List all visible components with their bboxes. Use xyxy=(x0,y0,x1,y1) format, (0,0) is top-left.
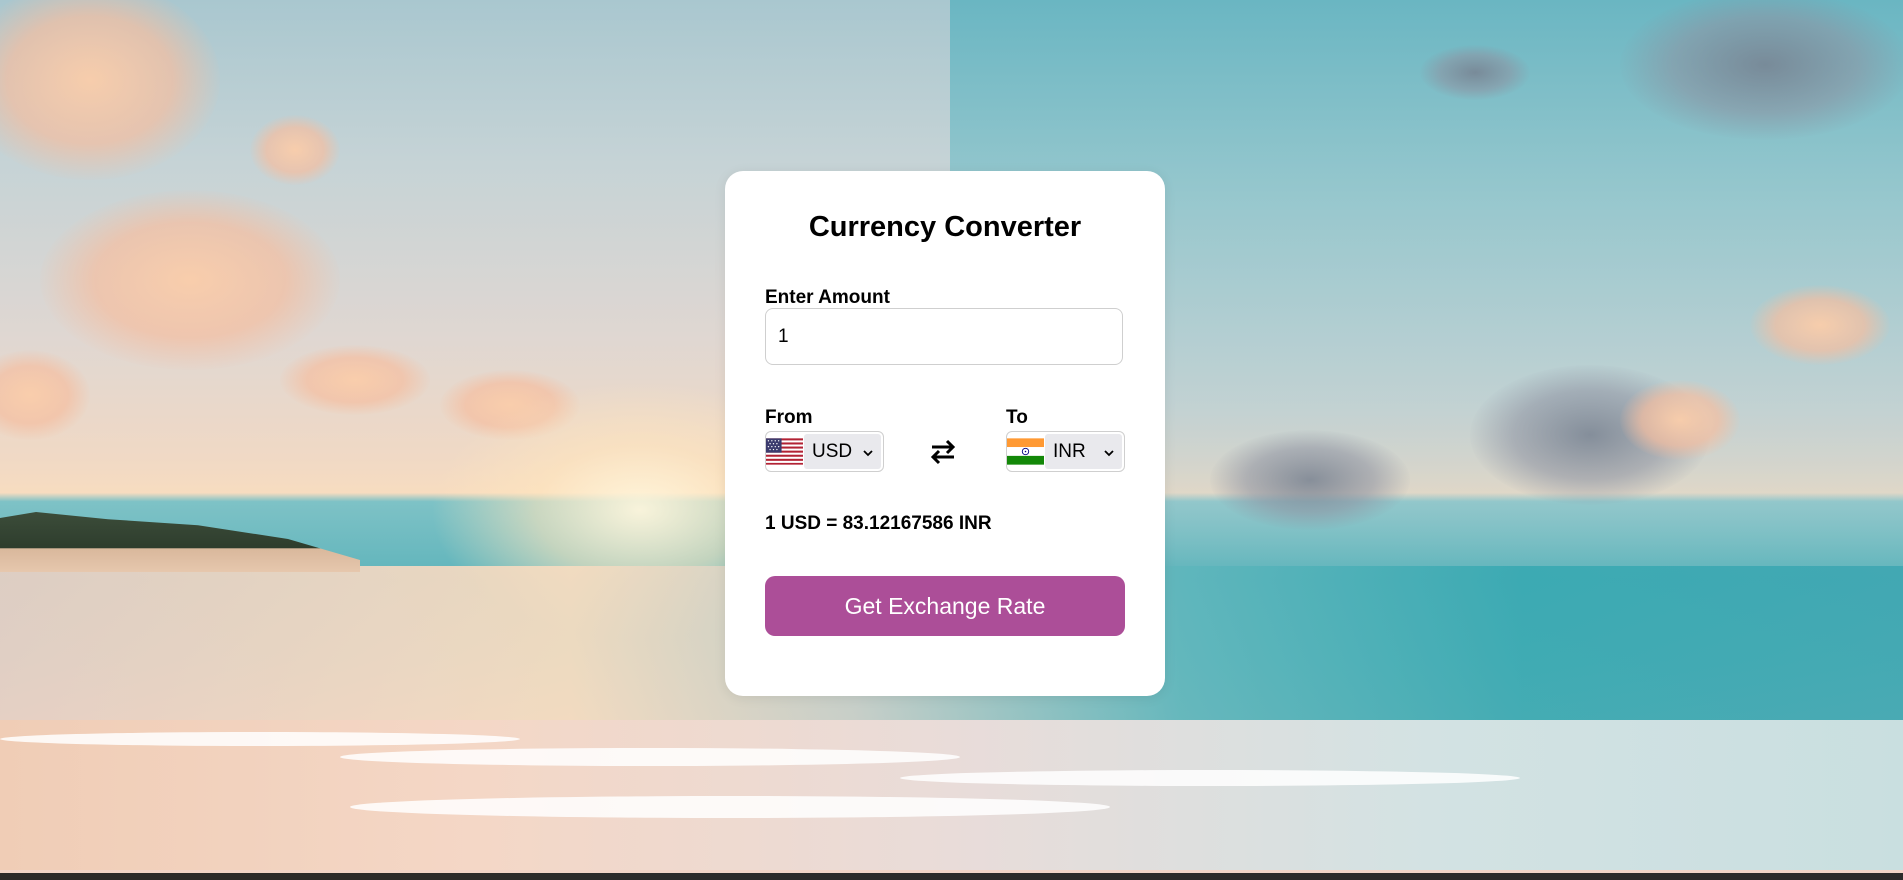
exchange-rate-result: 1 USD = 83.12167586 INR xyxy=(765,513,992,534)
to-currency-select[interactable]: INR xyxy=(1006,431,1125,472)
get-exchange-rate-button[interactable]: Get Exchange Rate xyxy=(765,576,1125,636)
cloud xyxy=(0,0,220,180)
amount-input[interactable] xyxy=(765,308,1123,365)
cloud xyxy=(1420,45,1530,100)
from-currency-value: USD xyxy=(812,440,853,462)
us-flag-icon xyxy=(766,438,803,465)
page-title: Currency Converter xyxy=(808,211,1082,243)
cloud xyxy=(1620,380,1740,460)
cloud xyxy=(280,345,430,415)
to-label: To xyxy=(1006,407,1028,428)
india-flag-icon xyxy=(1007,438,1044,465)
beach-background: Currency Converter Enter Amount From xyxy=(0,0,1903,880)
wave-foam xyxy=(900,770,1520,786)
chevron-down-icon xyxy=(1104,450,1114,457)
amount-label: Enter Amount xyxy=(765,287,890,308)
select-field[interactable]: USD xyxy=(804,434,881,469)
select-field[interactable]: INR xyxy=(1045,434,1122,469)
wave-foam xyxy=(350,796,1110,818)
swap-arrows-icon[interactable] xyxy=(927,436,959,468)
wave-foam xyxy=(340,748,960,766)
wave-foam xyxy=(0,732,520,746)
cloud xyxy=(250,115,340,185)
chevron-down-icon xyxy=(863,450,873,457)
converter-card: Currency Converter Enter Amount From xyxy=(725,171,1165,696)
to-currency-value: INR xyxy=(1053,440,1086,462)
cloud xyxy=(0,350,90,440)
from-label: From xyxy=(765,407,813,428)
from-currency-select[interactable]: USD xyxy=(765,431,884,472)
cloud xyxy=(1750,285,1890,365)
island xyxy=(0,512,360,572)
cloud xyxy=(40,190,340,370)
bottom-edge-bar xyxy=(0,873,1903,880)
cloud xyxy=(1210,430,1410,530)
